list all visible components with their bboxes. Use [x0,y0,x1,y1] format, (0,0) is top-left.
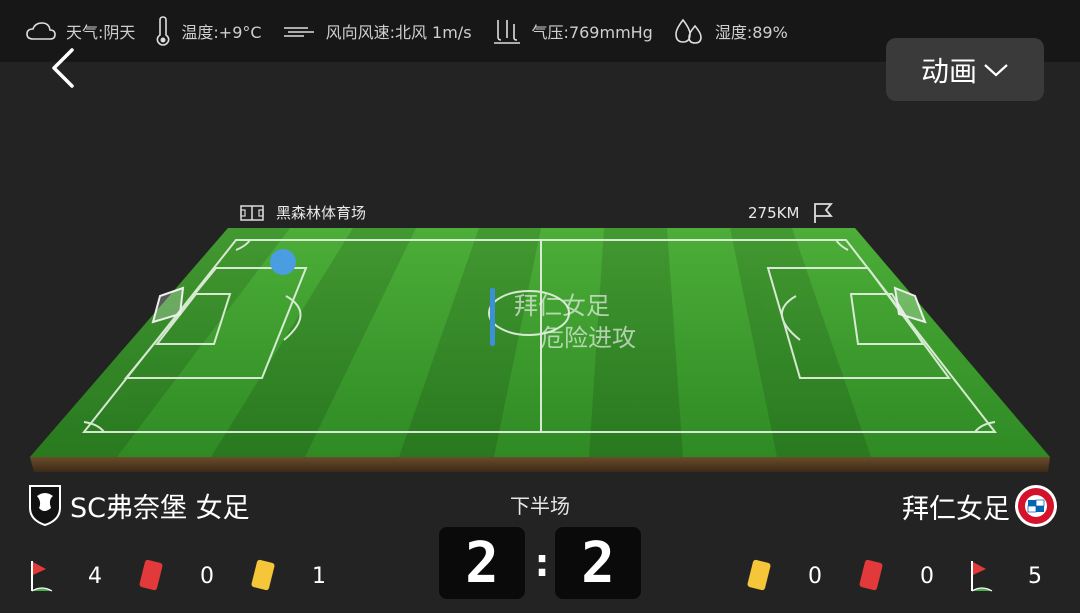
corner-flag-icon [31,561,53,592]
corner-flag-icon [971,561,993,592]
event-indicator-bar [490,288,495,346]
red-card-icon [139,559,163,591]
red-card-icon [859,559,883,591]
away-red-cards-count: 0 [920,563,934,589]
yellow-card-icon [251,559,275,591]
away-yellow-cards-count: 0 [808,563,822,589]
event-team: 拜仁女足 [514,292,610,320]
home-stats: 4 0 1 [28,558,330,594]
home-red-cards-count: 0 [200,563,214,589]
pitch-soil-edge [30,457,1050,472]
home-score: 2 [439,527,525,599]
event-description: 危险进攻 [540,324,636,352]
match-period: 下半场 [510,494,570,518]
away-corners-count: 5 [1028,563,1042,589]
yellow-card-icon [747,559,771,591]
score-separator: : [530,540,555,586]
away-stats: 0 0 5 [744,558,1046,594]
ball-position-marker [270,249,296,275]
away-score: 2 [555,527,641,599]
home-yellow-cards-count: 1 [312,563,326,589]
home-corners-count: 4 [88,563,102,589]
